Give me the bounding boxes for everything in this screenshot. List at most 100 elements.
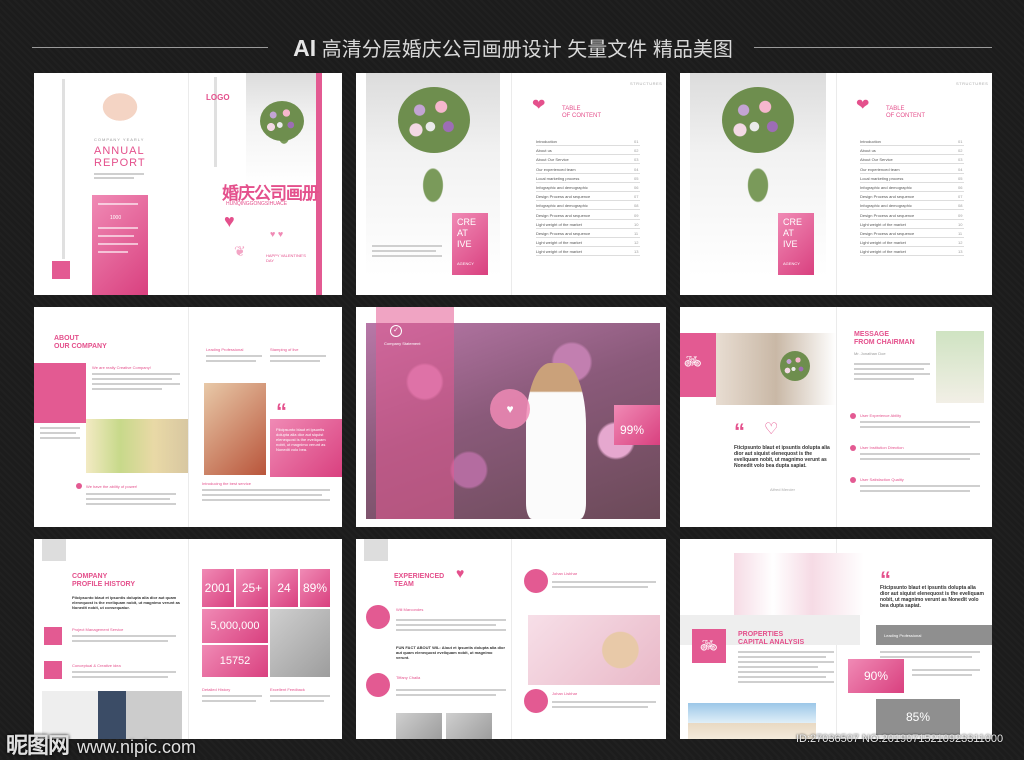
about-heading-line1: ABOUT <box>54 335 79 342</box>
toc-item-label: Our experienced team <box>860 166 900 172</box>
body-line <box>202 489 330 491</box>
panel-line <box>98 251 128 253</box>
toc-divider <box>860 246 964 248</box>
body-line <box>854 378 914 380</box>
toc-item-number: 13 <box>634 249 639 255</box>
idea-icon <box>44 661 62 679</box>
annual-label: ANNUAL <box>94 145 145 157</box>
toc-divider <box>860 145 964 146</box>
body-line <box>396 694 496 696</box>
cover-logo-mark <box>52 261 70 279</box>
toc-item-label: Local marketing process <box>860 175 904 181</box>
toc-item-label: Introduction <box>860 139 881 144</box>
toc-divider <box>536 209 640 211</box>
stat-box: 24 <box>270 569 298 607</box>
body-line <box>206 355 262 357</box>
company-yearly: COMPANY YEARLY <box>94 137 145 142</box>
bouquet <box>780 351 810 381</box>
toc-divider <box>536 200 640 202</box>
header-rule-left <box>32 47 268 48</box>
body-line <box>854 368 924 370</box>
toc-item-label: Light weight of the market <box>536 240 582 246</box>
body-line <box>880 651 980 653</box>
ability-label: We have the ability of power! <box>86 484 138 489</box>
toc-item-number: 06 <box>958 185 963 190</box>
body-line <box>912 674 972 676</box>
creative-line: CRE <box>783 217 803 227</box>
image-id: ID:27036507 NO:20190715210923311000 <box>796 733 1004 745</box>
toc-item-number: 05 <box>634 175 639 181</box>
body-line <box>72 635 176 637</box>
heart-logo-icon: ❤ <box>532 97 546 114</box>
percent-value: 99% <box>620 423 645 437</box>
header-rule-right <box>754 47 992 48</box>
page-team: EXPERIENCED TEAM ♥ Wili Marcondes FUN FA… <box>356 539 666 739</box>
toc-divider <box>536 145 640 146</box>
toc-divider <box>536 218 640 220</box>
body-line <box>270 355 326 357</box>
toc-item-number: 10 <box>958 221 963 227</box>
leading-bar: Leading Professional <box>876 625 992 645</box>
bullet-icon <box>850 413 856 419</box>
toc-divider <box>536 237 640 238</box>
toc-divider <box>536 181 640 183</box>
toc-title: TABLE OF CONTENT <box>886 106 925 120</box>
body-line <box>860 453 980 455</box>
introducing-label: Introducing the best service <box>202 481 251 486</box>
member-avatar <box>524 689 548 713</box>
member-avatar <box>524 569 548 593</box>
toc-item-label: Infographic and demographic <box>860 203 912 209</box>
body-line <box>738 661 834 663</box>
stamping-label: Stamping of live <box>270 347 299 352</box>
team-photo <box>446 713 492 739</box>
chairman-heading-line1: MESSAGE <box>854 331 890 338</box>
properties-heading-line1: PROPERTIES <box>738 631 784 638</box>
toc-item-number: 01 <box>958 139 963 144</box>
body-line <box>202 499 330 501</box>
toc-item-number: 12 <box>958 240 963 246</box>
percent-box: 99% <box>614 405 660 445</box>
cover-logo: LOGO <box>206 93 230 102</box>
team-heading-line1: EXPERIENCED <box>394 573 445 580</box>
toc-divider <box>860 218 964 220</box>
toc-item-label: About us <box>860 148 876 154</box>
page-statement: ✓ Company Statement ♥ 99% <box>356 307 666 527</box>
body-line <box>396 619 506 621</box>
agency-label: AGENCY <box>457 261 474 266</box>
heart-icon: ♥ <box>224 211 235 231</box>
heart-arrow-icon: ♡ <box>764 421 779 438</box>
toc-item-label: Local marketing process <box>536 175 580 181</box>
member-avatar <box>366 605 390 629</box>
toc-item-label: About us <box>536 148 552 154</box>
agency-label: AGENCY <box>783 261 800 266</box>
bouquet <box>722 87 794 153</box>
toc-divider <box>860 237 964 238</box>
structures-label: STRUCTURES <box>956 81 989 86</box>
toc-divider <box>536 191 640 192</box>
toc-divider <box>536 172 640 174</box>
signature: Alfred Mercier <box>770 487 795 492</box>
bouquet <box>260 101 304 141</box>
statement-overlay: ✓ Company Statement <box>376 307 454 519</box>
header-title-text: 高清分层婚庆公司画册设计 矢量文件 精品美图 <box>321 39 733 61</box>
body-line <box>860 421 980 423</box>
body-line <box>72 671 176 673</box>
page-cover: COMPANY YEARLY ANNUAL REPORT 1000 LOGO 婚… <box>34 73 342 295</box>
toc-divider <box>536 246 640 248</box>
body-line <box>86 493 176 495</box>
body-line <box>552 706 648 708</box>
bride-photo <box>246 73 322 185</box>
body-line <box>880 656 972 658</box>
body-line <box>270 360 320 362</box>
toc-item-label: Design Process and sequence <box>860 231 915 236</box>
properties-heading-line2: CAPITAL ANALYSIS <box>738 639 805 646</box>
body-line <box>396 629 506 631</box>
toc-item-number: 05 <box>958 175 963 181</box>
page-fold <box>511 539 512 739</box>
toc-item-label: About Our Service <box>860 157 893 163</box>
history-heading: COMPANY PROFILE HISTORY <box>72 573 135 589</box>
body-line <box>72 676 168 678</box>
toc-item-number: 03 <box>958 157 963 163</box>
toc-item-number: 07 <box>958 194 963 200</box>
toc-item-label: Infographic and demographic <box>536 203 588 209</box>
